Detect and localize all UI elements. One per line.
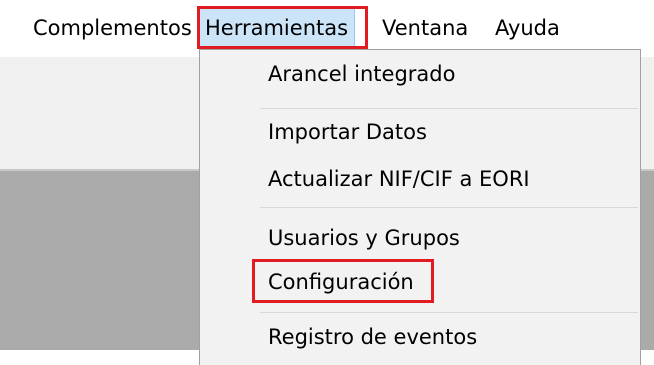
highlight-configuracion — [252, 259, 434, 303]
menu-separator — [260, 108, 638, 109]
menu-complementos[interactable]: Complementos — [33, 0, 192, 57]
herramientas-dropdown-menu: Arancel integrado Importar Datos Actuali… — [199, 49, 641, 365]
highlight-herramientas — [197, 6, 368, 49]
menu-separator — [260, 207, 638, 208]
menu-item-importar-datos[interactable]: Importar Datos — [268, 120, 427, 144]
menu-item-usuarios-grupos[interactable]: Usuarios y Grupos — [268, 226, 460, 250]
menu-separator — [260, 312, 638, 313]
menu-item-actualizar-nif-cif[interactable]: Actualizar NIF/CIF a EORI — [268, 167, 530, 191]
menu-item-registro-eventos[interactable]: Registro de eventos — [268, 325, 477, 349]
menu-item-arancel-integrado[interactable]: Arancel integrado — [268, 62, 455, 86]
